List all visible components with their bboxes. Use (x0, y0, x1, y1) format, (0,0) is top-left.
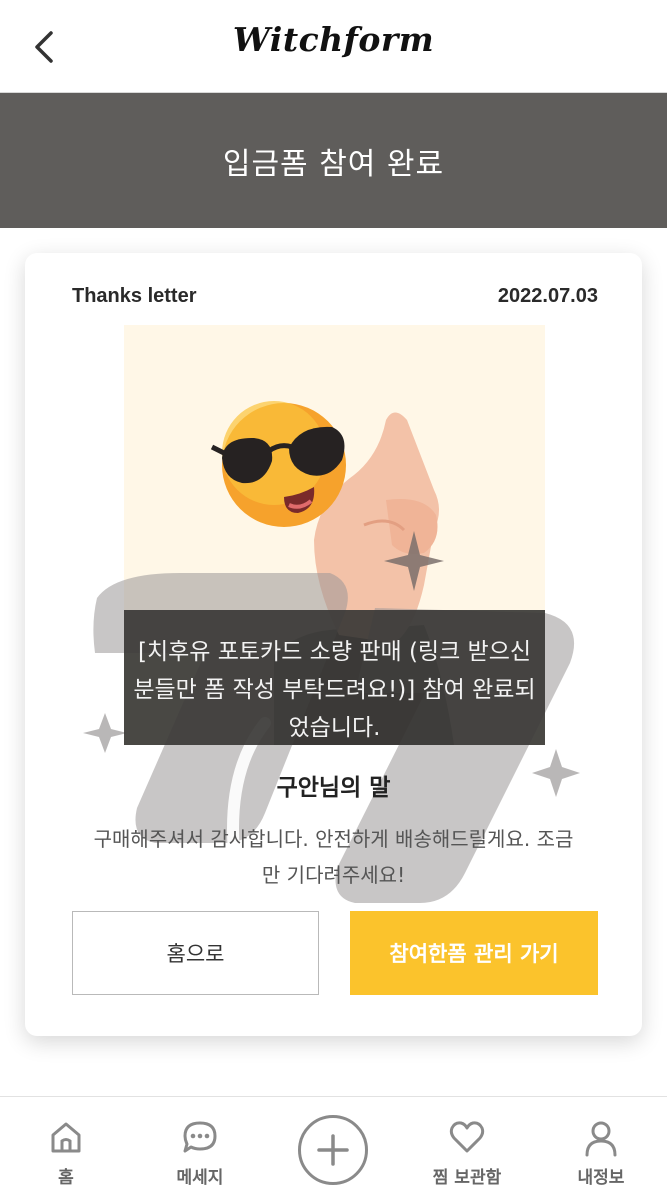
page-banner: 입금폼 참여 완료 (0, 93, 667, 228)
nav-label-messages: 메세지 (176, 1168, 224, 1188)
thanks-letter-card: Thanks letter 2022.07.03 [치후유 포토카드 소량 판매… (25, 253, 642, 1036)
user-icon (585, 1121, 617, 1157)
chat-bubble-icon (183, 1121, 217, 1153)
nav-label-home: 홈 (58, 1168, 74, 1188)
top-app-bar: Witchform (0, 0, 667, 93)
plus-icon (317, 1134, 349, 1166)
sender-heading: 구안님의 말 (276, 775, 391, 801)
page-title: 입금폼 참여 완료 (222, 146, 445, 182)
nav-item-profile[interactable]: 내정보 (541, 1097, 661, 1200)
manage-forms-button[interactable]: 참여한폼 관리 가기 (350, 911, 598, 995)
nav-item-wishlist[interactable]: 찜 보관함 (407, 1097, 527, 1200)
toast-message: [치후유 포토카드 소량 판매 (링크 받으신 분들만 폼 작성 부탁드려요!)… (133, 639, 536, 741)
card-label: Thanks letter (72, 285, 197, 307)
nav-label-profile: 내정보 (577, 1168, 625, 1188)
bottom-navigation: 홈 메세지 찜 보관함 내정보 (0, 1096, 667, 1200)
nav-item-home[interactable]: 홈 (6, 1097, 126, 1200)
nav-item-messages[interactable]: 메세지 (140, 1097, 260, 1200)
nav-add-button[interactable] (298, 1115, 368, 1185)
app-logo[interactable]: Witchform (0, 20, 667, 59)
card-date: 2022.07.03 (497, 285, 598, 307)
thanks-message: 구매해주셔서 감사합니다. 안전하게 배송해드릴게요. 조금만 기다려주세요! (93, 827, 574, 887)
home-icon (51, 1122, 81, 1153)
home-button[interactable]: 홈으로 (72, 911, 319, 995)
heart-icon (449, 1121, 485, 1153)
nav-label-wishlist: 찜 보관함 (432, 1168, 502, 1188)
